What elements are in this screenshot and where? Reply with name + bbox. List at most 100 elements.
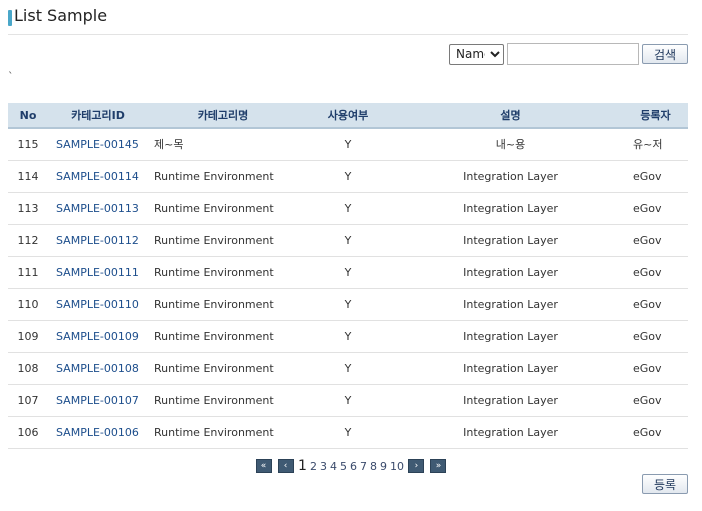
column-header-use-yn: 사용여부 xyxy=(298,103,398,129)
category-id-link[interactable]: SAMPLE-00108 xyxy=(56,362,139,375)
cell-description: Integration Layer xyxy=(398,192,623,225)
cell-description: 내~용 xyxy=(398,128,623,161)
cell-use-yn: Y xyxy=(298,256,398,289)
search-condition-select[interactable]: Name xyxy=(449,43,504,65)
page-number-link[interactable]: 6 xyxy=(350,460,357,473)
page-number-link[interactable]: 10 xyxy=(390,460,404,473)
cell-no: 115 xyxy=(8,128,48,161)
category-id-link[interactable]: SAMPLE-00112 xyxy=(56,234,139,247)
cell-category-name: Runtime Environment xyxy=(148,160,298,193)
title-accent-bar xyxy=(8,10,12,26)
table-body: 115 SAMPLE-00145 제~목 Y 내~용 유~저 114 SAMPLE-00114… xyxy=(8,128,688,449)
column-header-description: 설명 xyxy=(398,103,623,129)
cell-category-name: Runtime Environment xyxy=(148,320,298,353)
page-number-link[interactable]: 1 xyxy=(298,458,307,474)
category-id-link[interactable]: SAMPLE-00113 xyxy=(56,202,139,215)
table-row[interactable]: 108 SAMPLE-00108 Runtime Environment Y Integ… xyxy=(8,352,688,385)
cell-no: 111 xyxy=(8,256,48,289)
cell-registrant: eGov xyxy=(623,192,688,225)
page-number-list: 1 2 3 4 5 6 7 8 9 10 xyxy=(297,458,406,474)
table-row[interactable]: 109 SAMPLE-00109 Runtime Environment Y Integ… xyxy=(8,320,688,353)
cell-no: 108 xyxy=(8,352,48,385)
category-id-link[interactable]: SAMPLE-00145 xyxy=(56,138,139,151)
cell-category-name: Runtime Environment xyxy=(148,192,298,225)
cell-description: Integration Layer xyxy=(398,384,623,417)
cell-category-id: SAMPLE-00145 xyxy=(48,128,148,161)
cell-registrant: eGov xyxy=(623,352,688,385)
column-header-no: No xyxy=(8,103,48,129)
cell-use-yn: Y xyxy=(298,288,398,321)
category-id-link[interactable]: SAMPLE-00109 xyxy=(56,330,139,343)
cell-category-id: SAMPLE-00106 xyxy=(48,416,148,449)
cell-description: Integration Layer xyxy=(398,352,623,385)
cell-registrant: eGov xyxy=(623,384,688,417)
cell-description: Integration Layer xyxy=(398,256,623,289)
cell-registrant: 유~저 xyxy=(623,128,688,161)
pagination: « ‹ 1 2 3 4 5 6 7 8 9 10 › » xyxy=(0,458,702,474)
page-title: List Sample xyxy=(14,6,108,25)
category-id-link[interactable]: SAMPLE-00114 xyxy=(56,170,139,183)
category-id-link[interactable]: SAMPLE-00111 xyxy=(56,266,139,279)
search-button[interactable]: 검색 xyxy=(642,44,688,64)
cell-category-id: SAMPLE-00113 xyxy=(48,192,148,225)
cell-registrant: eGov xyxy=(623,416,688,449)
cell-category-id: SAMPLE-00110 xyxy=(48,288,148,321)
cell-category-id: SAMPLE-00107 xyxy=(48,384,148,417)
prev-page-button[interactable]: ‹ xyxy=(277,459,294,473)
cell-registrant: eGov xyxy=(623,320,688,353)
cell-description: Integration Layer xyxy=(398,224,623,257)
category-id-link[interactable]: SAMPLE-00107 xyxy=(56,394,139,407)
page-number-link[interactable]: 5 xyxy=(340,460,347,473)
table-row[interactable]: 114 SAMPLE-00114 Runtime Environment Y Integ… xyxy=(8,160,688,193)
search-input[interactable] xyxy=(507,43,639,65)
cell-category-name: Runtime Environment xyxy=(148,416,298,449)
cell-use-yn: Y xyxy=(298,320,398,353)
cell-use-yn: Y xyxy=(298,352,398,385)
page-number-link[interactable]: 9 xyxy=(380,460,387,473)
cell-no: 107 xyxy=(8,384,48,417)
page-number-link[interactable]: 8 xyxy=(370,460,377,473)
cell-description: Integration Layer xyxy=(398,288,623,321)
page-number-link[interactable]: 4 xyxy=(330,460,337,473)
register-button[interactable]: 등록 xyxy=(642,474,688,494)
table-row[interactable]: 110 SAMPLE-00110 Runtime Environment Y Integ… xyxy=(8,288,688,321)
stray-text: ` xyxy=(8,70,14,83)
table-row[interactable]: 107 SAMPLE-00107 Runtime Environment Y Integ… xyxy=(8,384,688,417)
cell-description: Integration Layer xyxy=(398,160,623,193)
cell-category-name: 제~목 xyxy=(148,128,298,161)
cell-category-name: Runtime Environment xyxy=(148,288,298,321)
cell-category-id: SAMPLE-00109 xyxy=(48,320,148,353)
cell-registrant: eGov xyxy=(623,224,688,257)
first-page-button[interactable]: « xyxy=(255,459,272,473)
next-page-button[interactable]: › xyxy=(408,459,425,473)
cell-category-name: Runtime Environment xyxy=(148,256,298,289)
page-number-link[interactable]: 3 xyxy=(320,460,327,473)
cell-use-yn: Y xyxy=(298,384,398,417)
cell-registrant: eGov xyxy=(623,256,688,289)
cell-no: 110 xyxy=(8,288,48,321)
search-bar: Name 검색 xyxy=(449,43,688,65)
column-header-category-name: 카테고리명 xyxy=(148,103,298,129)
column-header-registrant: 등록자 xyxy=(623,103,688,129)
table-row[interactable]: 106 SAMPLE-00106 Runtime Environment Y Integ… xyxy=(8,416,688,449)
page-header: List Sample xyxy=(8,6,688,35)
table-row[interactable]: 111 SAMPLE-00111 Runtime Environment Y Integ… xyxy=(8,256,688,289)
cell-no: 113 xyxy=(8,192,48,225)
table-row[interactable]: 115 SAMPLE-00145 제~목 Y 내~용 유~저 xyxy=(8,128,688,161)
cell-category-id: SAMPLE-00111 xyxy=(48,256,148,289)
category-id-link[interactable]: SAMPLE-00110 xyxy=(56,298,139,311)
cell-category-name: Runtime Environment xyxy=(148,384,298,417)
cell-use-yn: Y xyxy=(298,128,398,161)
cell-category-id: SAMPLE-00112 xyxy=(48,224,148,257)
cell-category-name: Runtime Environment xyxy=(148,352,298,385)
cell-no: 114 xyxy=(8,160,48,193)
cell-use-yn: Y xyxy=(298,416,398,449)
cell-no: 112 xyxy=(8,224,48,257)
cell-registrant: eGov xyxy=(623,288,688,321)
category-id-link[interactable]: SAMPLE-00106 xyxy=(56,426,139,439)
table-row[interactable]: 112 SAMPLE-00112 Runtime Environment Y Integ… xyxy=(8,224,688,257)
last-page-button[interactable]: » xyxy=(430,459,447,473)
table-row[interactable]: 113 SAMPLE-00113 Runtime Environment Y Integ… xyxy=(8,192,688,225)
page-number-link[interactable]: 2 xyxy=(310,460,317,473)
page-number-link[interactable]: 7 xyxy=(360,460,367,473)
